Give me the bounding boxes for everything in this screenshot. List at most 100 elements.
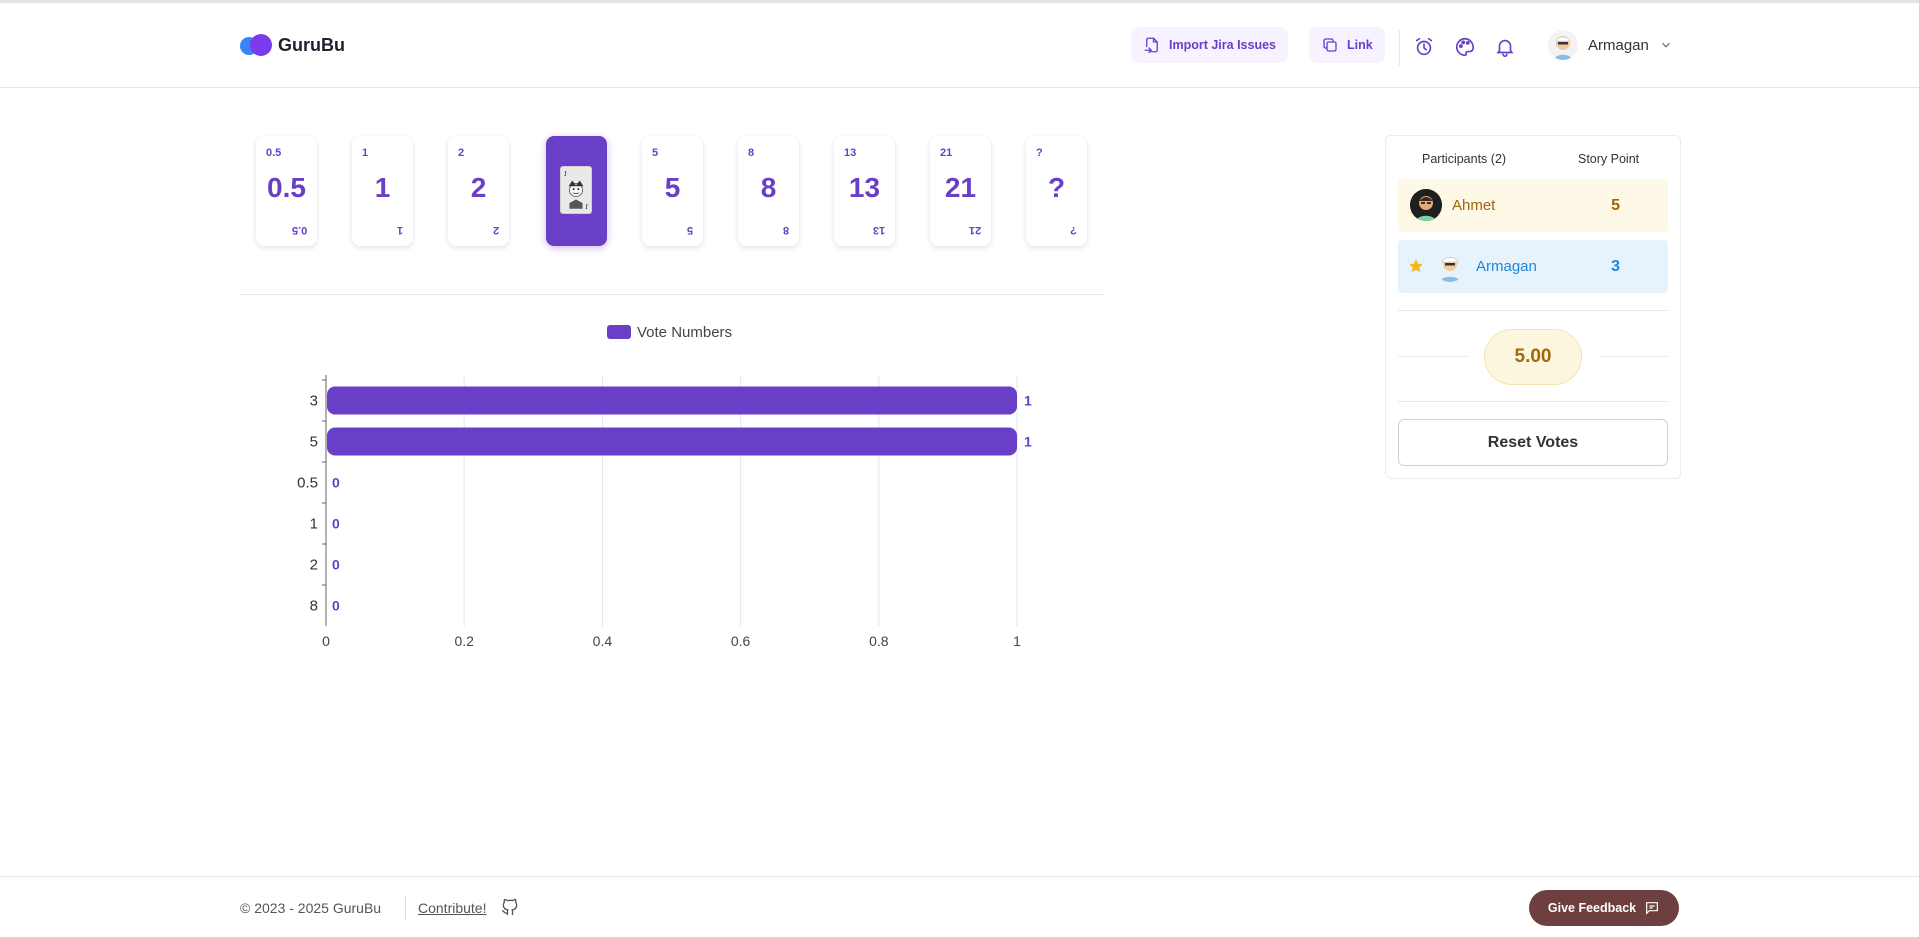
app-footer: © 2023 - 2025 GuruBu Contribute! Give Fe…	[0, 876, 1919, 937]
bar	[327, 386, 1017, 415]
link-button[interactable]: Link	[1309, 27, 1385, 63]
participant-name: Ahmet	[1452, 197, 1496, 214]
github-icon[interactable]	[500, 897, 520, 917]
legend-label: Vote Numbers	[637, 324, 732, 341]
link-label: Link	[1347, 38, 1373, 52]
bar-data-label: 0	[332, 557, 340, 573]
import-jira-button[interactable]: Import Jira Issues	[1131, 27, 1288, 63]
card-value: ?	[1047, 172, 1066, 203]
vote-card-3-selected[interactable]: JJ	[546, 136, 607, 246]
import-jira-label: Import Jira Issues	[1169, 38, 1276, 52]
x-tick-label: 0	[322, 633, 330, 649]
logo-text: GuruBu	[278, 34, 345, 55]
vote-card-13[interactable]: 13 13 13	[834, 136, 895, 246]
svg-text:J: J	[564, 169, 567, 178]
chevron-down-icon	[1661, 42, 1670, 48]
x-tick-label: 0.8	[869, 633, 889, 649]
x-tick-label: 0.2	[454, 633, 474, 649]
bar-data-label: 0	[332, 516, 340, 532]
y-tick-label: 8	[310, 598, 318, 615]
bell-icon[interactable]	[1494, 36, 1516, 58]
participant-score: 5	[1611, 196, 1620, 214]
participants-header: Participants (2)	[1422, 152, 1507, 166]
story-point-header: Story Point	[1578, 152, 1640, 166]
alarm-clock-icon[interactable]	[1413, 36, 1435, 58]
bar-data-label: 1	[1024, 393, 1032, 409]
bar-data-label: 0	[332, 598, 340, 614]
card-value: 0.5	[267, 172, 306, 203]
header-divider	[1399, 30, 1400, 66]
panel-divider	[1398, 401, 1668, 402]
card-corner-bottom: 13	[872, 224, 885, 236]
logo-icon	[240, 34, 272, 56]
vote-card-1[interactable]: 1 1 1	[352, 136, 413, 246]
y-tick-label: 5	[310, 434, 318, 451]
y-tick-label: 0.5	[297, 475, 318, 492]
avatar	[1410, 189, 1442, 221]
card-corner-top: 21	[940, 147, 953, 159]
participant-name: Armagan	[1476, 258, 1537, 275]
section-divider	[240, 294, 1104, 295]
vote-card-2[interactable]: 2 2 2	[448, 136, 509, 246]
average-line-left	[1398, 356, 1468, 357]
participant-row: Armagan 3	[1398, 240, 1668, 293]
x-tick-label: 1	[1013, 633, 1021, 649]
y-tick-label: 1	[310, 516, 318, 533]
bar	[327, 427, 1017, 456]
give-feedback-button[interactable]: Give Feedback	[1529, 890, 1679, 926]
participants-panel: Participants (2) Story Point Ahmet 5 Arm…	[1385, 135, 1681, 479]
star-icon	[1409, 259, 1423, 273]
card-corner-top: ?	[1036, 147, 1043, 159]
footer-divider	[405, 895, 406, 921]
panel-divider	[1398, 310, 1668, 311]
copy-icon	[1323, 38, 1337, 52]
card-corner-top: 0.5	[266, 147, 282, 159]
svg-text:J: J	[585, 202, 588, 211]
bar-data-label: 0	[332, 475, 340, 491]
card-value: 2	[470, 172, 487, 203]
give-feedback-label: Give Feedback	[1547, 901, 1637, 915]
x-tick-label: 0.4	[593, 633, 613, 649]
card-value: 13	[848, 172, 881, 203]
card-corner-bottom: ?	[1070, 224, 1077, 236]
feedback-icon	[1646, 902, 1659, 915]
reset-votes-button[interactable]: Reset Votes	[1398, 419, 1668, 466]
user-name: Armagan	[1588, 36, 1649, 54]
card-corner-bottom: 8	[782, 224, 789, 236]
avatar	[1548, 30, 1578, 60]
y-tick-label: 3	[310, 393, 318, 410]
card-value: 1	[374, 172, 391, 203]
contribute-link[interactable]: Contribute!	[418, 900, 486, 916]
user-menu[interactable]: Armagan	[1548, 30, 1673, 60]
vote-card-0-5[interactable]: 0.5 0.5 0.5	[256, 136, 317, 246]
card-corner-top: 8	[748, 147, 755, 159]
palette-icon[interactable]	[1454, 36, 1476, 58]
average-line-right	[1599, 356, 1668, 357]
card-corner-bottom: 2	[492, 224, 499, 236]
logo[interactable]: GuruBu	[240, 34, 345, 56]
participant-score: 3	[1611, 257, 1620, 275]
card-corner-bottom: 5	[686, 224, 693, 236]
vote-card-8[interactable]: 8 8 8	[738, 136, 799, 246]
x-tick-label: 0.6	[731, 633, 751, 649]
vote-chart: Vote Numbers0 0.2 0.4 0.6 0.8 13 15 10.5 01 02 08 0	[297, 324, 1032, 649]
participant-row: Ahmet 5	[1398, 179, 1668, 232]
card-corner-bottom: 21	[968, 224, 981, 236]
card-corner-top: 5	[652, 147, 659, 159]
card-corner-bottom: 1	[396, 224, 403, 236]
average-score-badge: 5.00	[1484, 329, 1582, 385]
vote-card-question[interactable]: ? ? ?	[1026, 136, 1087, 246]
vote-card-5[interactable]: 5 5 5	[642, 136, 703, 246]
legend-swatch	[607, 325, 631, 339]
card-corner-top: 1	[362, 147, 369, 159]
avatar	[1434, 250, 1466, 282]
y-tick-label: 2	[310, 557, 318, 574]
card-corner-bottom: 0.5	[291, 224, 307, 236]
card-value: 8	[760, 172, 777, 203]
app-header: GuruBu Import Jira Issues Link Armagan	[0, 3, 1919, 88]
joker-card-icon: JJ	[560, 166, 592, 214]
vote-card-21[interactable]: 21 21 21	[930, 136, 991, 246]
card-value: 5	[664, 172, 681, 203]
bar-data-label: 1	[1024, 434, 1032, 450]
card-value: 21	[944, 172, 977, 203]
